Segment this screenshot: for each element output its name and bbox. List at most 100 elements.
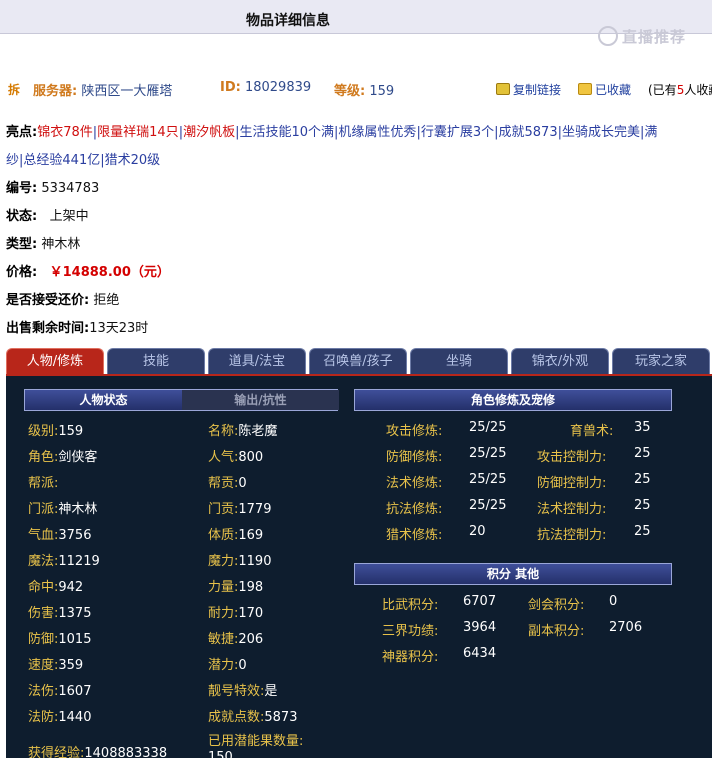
score-value: 6434 xyxy=(463,646,496,661)
highlight-item: 限量祥瑞14只 xyxy=(97,125,179,140)
stat-value: 1375 xyxy=(58,606,92,621)
favorite-count: (已有5人收藏 xyxy=(648,81,712,98)
tab-appearance[interactable]: 锦衣/外观 xyxy=(511,348,609,374)
bargain-value: 拒绝 xyxy=(93,293,120,308)
stat-potential-fruit: 已用潜能果数量: 150 xyxy=(208,734,328,758)
stat-hp: 气血:3756 xyxy=(28,524,91,543)
stat-key: 潜力: xyxy=(208,658,239,673)
tab-character[interactable]: 人物/修炼 xyxy=(6,348,104,374)
highlight-item: 潮汐帆板 xyxy=(183,125,236,140)
stat-key: 速度: xyxy=(28,658,59,673)
cultivation-row: 防御修炼: xyxy=(386,446,442,465)
stat-value: 5873 xyxy=(264,710,298,725)
id-label: ID: xyxy=(220,80,241,95)
stat-key: 法术控制力: xyxy=(537,502,607,517)
cultivation-header: 角色修炼及宠修 xyxy=(354,389,672,411)
score-row: 比武积分: xyxy=(382,594,438,613)
tab-pets[interactable]: 召唤兽/孩子 xyxy=(309,348,407,374)
tab-skills[interactable]: 技能 xyxy=(107,348,205,374)
stat-value: 25 xyxy=(634,472,651,487)
cultivation-key2: 法术控制力: xyxy=(537,498,606,517)
stat-value: 1190 xyxy=(238,554,272,569)
status-value: 上架中 xyxy=(49,209,89,224)
watermark-text: 直播推荐 xyxy=(622,28,687,46)
copy-link-label: 复制链接 xyxy=(513,83,562,97)
stat-speed: 速度:359 xyxy=(28,654,83,673)
cultivation-value2: 25 xyxy=(634,446,651,461)
stat-value: 1779 xyxy=(238,502,272,517)
header-tab-status[interactable]: 人物状态 xyxy=(25,390,182,410)
stat-potential: 潜力:0 xyxy=(208,654,247,673)
cultivation-value2: 35 xyxy=(634,420,651,435)
score-value: 3964 xyxy=(463,620,496,635)
stat-key: 成就点数: xyxy=(208,710,265,725)
highlights-label: 亮点: xyxy=(6,125,38,140)
stat-popularity: 人气:800 xyxy=(208,446,263,465)
stat-key: 帮派: xyxy=(28,476,59,491)
stat-value: 11219 xyxy=(58,554,100,569)
type-value: 神木林 xyxy=(41,237,81,252)
fav-suffix: 人收藏 xyxy=(684,83,712,97)
tab-items[interactable]: 道具/法宝 xyxy=(208,348,306,374)
stat-key: 法术修炼: xyxy=(386,476,443,491)
score-value2: 2706 xyxy=(609,620,642,635)
stat-value: 150 xyxy=(208,750,233,758)
stat-key: 角色: xyxy=(28,450,59,465)
stat-endurance: 耐力:170 xyxy=(208,602,263,621)
stat-value: 25/25 xyxy=(469,498,507,513)
stat-value: 1408883338 xyxy=(84,746,168,758)
level-group: 等级: 159 xyxy=(334,80,394,99)
score-key2: 剑会积分: xyxy=(528,594,584,613)
score-row: 神器积分: xyxy=(382,646,438,665)
stat-key: 比武积分: xyxy=(382,598,439,613)
number-label: 编号: xyxy=(6,181,38,196)
server-label: 服务器: xyxy=(33,84,78,99)
stat-value: 25 xyxy=(634,524,651,539)
tab-mounts[interactable]: 坐骑 xyxy=(410,348,508,374)
cultivation-key2: 防御控制力: xyxy=(537,472,606,491)
stat-value: 1607 xyxy=(58,684,92,699)
highlight-item: 机缘属性优秀 xyxy=(338,125,417,140)
stat-value: 169 xyxy=(238,528,264,543)
highlight-item: 生活技能10个满 xyxy=(239,125,335,140)
score-row: 三界功绩: xyxy=(382,620,438,639)
highlight-item: 总经验441亿 xyxy=(23,153,101,168)
stat-value: 800 xyxy=(238,450,264,465)
cultivation-key2: 抗法控制力: xyxy=(537,524,606,543)
stat-key: 魔力: xyxy=(208,554,239,569)
stat-mp: 魔法:11219 xyxy=(28,550,100,569)
stat-key: 防御: xyxy=(28,632,59,647)
header-tab-output[interactable]: 输出/抗性 xyxy=(182,390,339,410)
stat-achievement: 成就点数:5873 xyxy=(208,706,297,725)
score-key2: 副本积分: xyxy=(528,620,584,639)
highlight-item: 纱 xyxy=(6,153,20,168)
tab-home[interactable]: 玩家之家 xyxy=(612,348,710,374)
bargain-row: 是否接受还价: 拒绝 xyxy=(6,289,119,308)
stat-guild: 帮派: xyxy=(28,472,58,491)
stat-value: 3756 xyxy=(58,528,92,543)
stat-key: 三界功绩: xyxy=(382,624,439,639)
stat-key: 靓号特效: xyxy=(208,684,265,699)
stat-key: 防御修炼: xyxy=(386,450,443,465)
highlight-item: 猎术20级 xyxy=(104,153,161,168)
stat-value: 1015 xyxy=(58,632,92,647)
stat-value: 6707 xyxy=(463,594,497,609)
stat-defense: 防御:1015 xyxy=(28,628,91,647)
fav-prefix: (已有 xyxy=(648,83,677,97)
favorite-button[interactable]: 已收藏 xyxy=(578,81,631,98)
stat-value: 1440 xyxy=(58,710,92,725)
stat-key: 门派: xyxy=(28,502,59,517)
stat-key: 伤害: xyxy=(28,606,59,621)
cultivation-value: 25/25 xyxy=(469,472,506,487)
copy-link-button[interactable]: 复制链接 xyxy=(496,81,561,98)
stat-key: 力量: xyxy=(208,580,239,595)
stat-key: 名称: xyxy=(208,424,239,439)
stat-key: 副本积分: xyxy=(528,624,585,639)
stat-key: 魔法: xyxy=(28,554,59,569)
stat-value: 159 xyxy=(58,424,84,439)
stat-magic-damage: 法伤:1607 xyxy=(28,680,91,699)
stat-key: 猎术修炼: xyxy=(386,528,443,543)
price-value: ￥14888.00（元） xyxy=(49,265,170,280)
stat-value: 359 xyxy=(58,658,84,673)
stat-key: 已用潜能果数量: xyxy=(208,734,304,749)
